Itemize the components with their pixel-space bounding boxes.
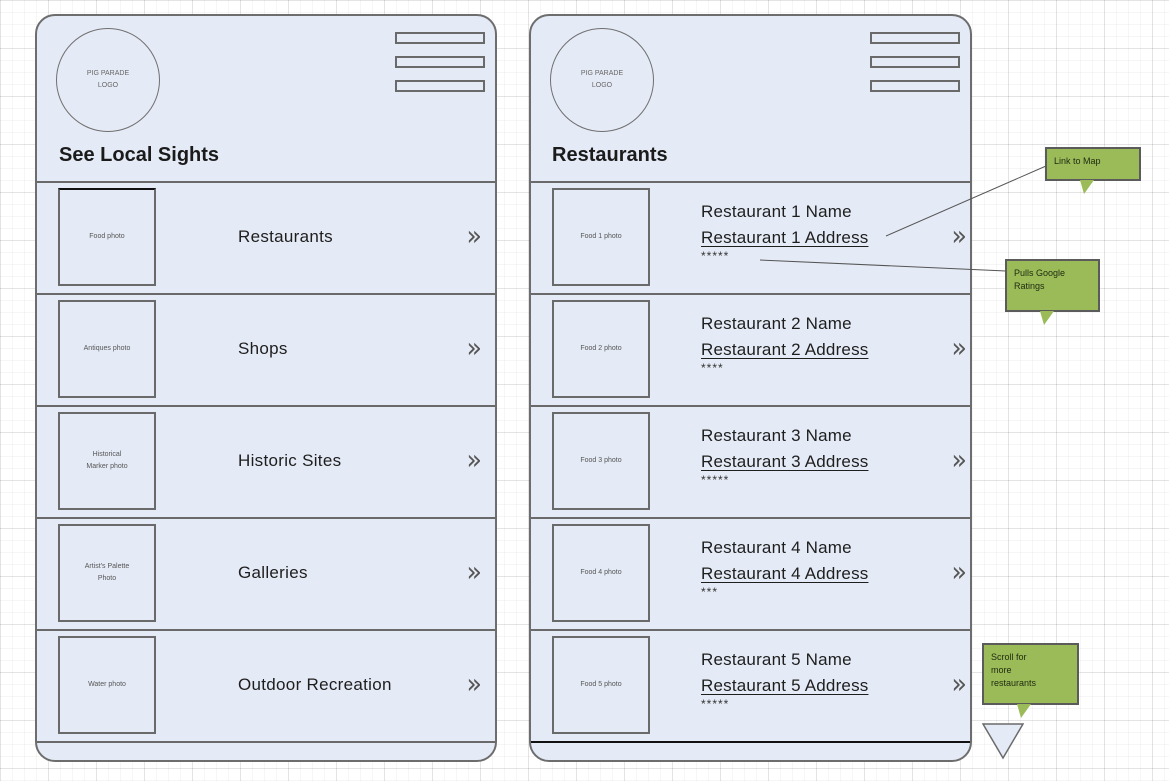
photo-placeholder: Food 3 photo [552,412,650,510]
rating-stars: ***** [701,473,730,487]
menu-bar [870,56,960,68]
callout-tail [1080,180,1094,194]
restaurant-name: Restaurant 2 Name [701,314,852,333]
double-chevron-right-icon[interactable]: » [951,667,967,700]
see-local-sights-screen: PIG PARADE LOGO See Local Sights Food ph… [35,14,497,762]
photo-placeholder: Food 1 photo [552,188,650,286]
callout-scroll-more: Scroll for more restaurants [982,643,1079,705]
restaurants-screen: PIG PARADE LOGO Restaurants Food 1 photo… [529,14,972,762]
double-chevron-right-icon[interactable]: » [951,219,967,252]
photo-placeholder: Food 4 photo [552,524,650,622]
double-chevron-right-icon[interactable]: » [466,555,482,588]
double-chevron-right-icon[interactable]: » [951,331,967,364]
photo-placeholder: Food 5 photo [552,636,650,734]
rating-stars: *** [701,585,719,599]
rating-stars: **** [701,361,724,375]
logo-placeholder[interactable]: PIG PARADE LOGO [550,28,654,132]
restaurant-row[interactable]: Food 2 photo Restaurant 2 Name Restauran… [531,293,970,405]
restaurant-name: Restaurant 4 Name [701,538,852,557]
menu-bar [870,80,960,92]
hamburger-menu-icon[interactable] [395,32,485,104]
double-chevron-right-icon[interactable]: » [466,331,482,364]
menu-bar [395,80,485,92]
category-row-historic-sites[interactable]: Historical Marker photo Historic Sites » [37,405,495,517]
restaurant-address-link[interactable]: Restaurant 4 Address [701,561,868,587]
restaurant-address-link[interactable]: Restaurant 5 Address [701,673,868,699]
double-chevron-right-icon[interactable]: » [951,443,967,476]
callout-link-to-map: Link to Map [1045,147,1141,181]
category-row-shops[interactable]: Antiques photo Shops » [37,293,495,405]
hamburger-menu-icon[interactable] [870,32,960,104]
photo-placeholder: Artist's Palette Photo [58,524,156,622]
category-row-restaurants[interactable]: Food photo Restaurants » [37,181,495,293]
rating-stars: ***** [701,249,730,263]
category-row-galleries[interactable]: Artist's Palette Photo Galleries » [37,517,495,629]
photo-placeholder: Historical Marker photo [58,412,156,510]
rating-stars: ***** [701,697,730,711]
photo-placeholder: Food 2 photo [552,300,650,398]
photo-placeholder: Water photo [58,636,156,734]
restaurant-name: Restaurant 5 Name [701,650,852,669]
callout-tail [1017,704,1031,718]
restaurant-address-link[interactable]: Restaurant 3 Address [701,449,868,475]
category-list: Food photo Restaurants » Antiques photo … [37,181,495,743]
restaurant-name: Restaurant 1 Name [701,202,852,221]
restaurant-row[interactable]: Food 1 photo Restaurant 1 Name Restauran… [531,181,970,293]
restaurant-address-link[interactable]: Restaurant 2 Address [701,337,868,363]
category-label: Outdoor Recreation [238,675,392,694]
double-chevron-right-icon[interactable]: » [466,667,482,700]
callout-google-ratings: Pulls Google Ratings [1005,259,1100,312]
photo-placeholder: Food photo [58,188,156,286]
scroll-down-triangle-icon[interactable] [982,722,1024,760]
menu-bar [395,32,485,44]
menu-bar [395,56,485,68]
restaurant-row[interactable]: Food 5 photo Restaurant 5 Name Restauran… [531,629,970,743]
restaurant-row[interactable]: Food 3 photo Restaurant 3 Name Restauran… [531,405,970,517]
double-chevron-right-icon[interactable]: » [466,443,482,476]
logo-placeholder[interactable]: PIG PARADE LOGO [56,28,160,132]
double-chevron-right-icon[interactable]: » [466,219,482,252]
category-label: Restaurants [238,227,333,246]
menu-bar [870,32,960,44]
photo-placeholder: Antiques photo [58,300,156,398]
category-label: Galleries [238,563,308,582]
page-title: See Local Sights [59,144,220,166]
category-label: Historic Sites [238,451,342,470]
restaurant-address-link[interactable]: Restaurant 1 Address [701,225,868,251]
restaurant-list[interactable]: Food 1 photo Restaurant 1 Name Restauran… [531,181,970,743]
page-title: Restaurants [552,144,668,166]
restaurant-row[interactable]: Food 4 photo Restaurant 4 Name Restauran… [531,517,970,629]
category-label: Shops [238,339,288,358]
category-row-outdoor-recreation[interactable]: Water photo Outdoor Recreation » [37,629,495,743]
restaurant-name: Restaurant 3 Name [701,426,852,445]
callout-tail [1040,311,1054,325]
double-chevron-right-icon[interactable]: » [951,555,967,588]
